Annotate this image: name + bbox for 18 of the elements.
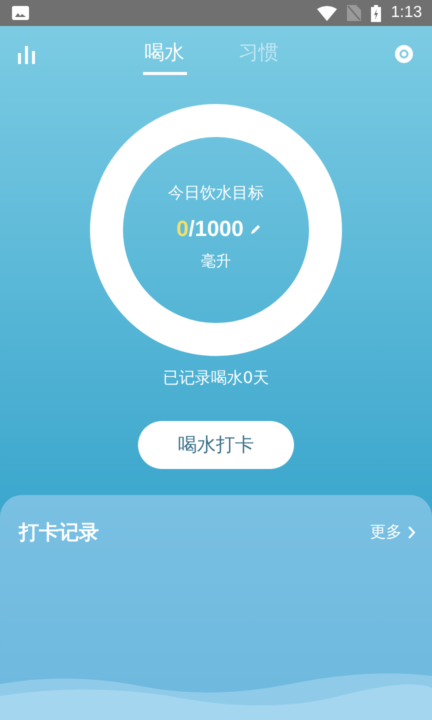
goal-title: 今日饮水目标	[168, 183, 264, 204]
clock-time: 1:13	[390, 4, 422, 22]
chevron-right-icon	[408, 526, 416, 539]
pencil-icon[interactable]	[250, 223, 262, 235]
more-link[interactable]: 更多	[370, 522, 416, 543]
tab[interactable]: 喝水	[142, 33, 186, 75]
image-icon	[12, 6, 29, 20]
unit-label: 毫升	[201, 252, 231, 271]
check-in-button[interactable]: 喝水打卡	[138, 421, 294, 469]
streak-text: 已记录喝水0天	[162, 368, 270, 389]
settings-icon[interactable]	[394, 44, 414, 64]
records-title: 打卡记录	[19, 519, 99, 546]
battery-icon	[370, 4, 381, 22]
intake-amount: 0/1000	[176, 216, 244, 242]
tab[interactable]: 习惯	[236, 33, 280, 75]
no-sim-icon	[346, 5, 361, 21]
wifi-icon	[316, 6, 337, 20]
bar-chart-icon[interactable]	[17, 44, 37, 64]
